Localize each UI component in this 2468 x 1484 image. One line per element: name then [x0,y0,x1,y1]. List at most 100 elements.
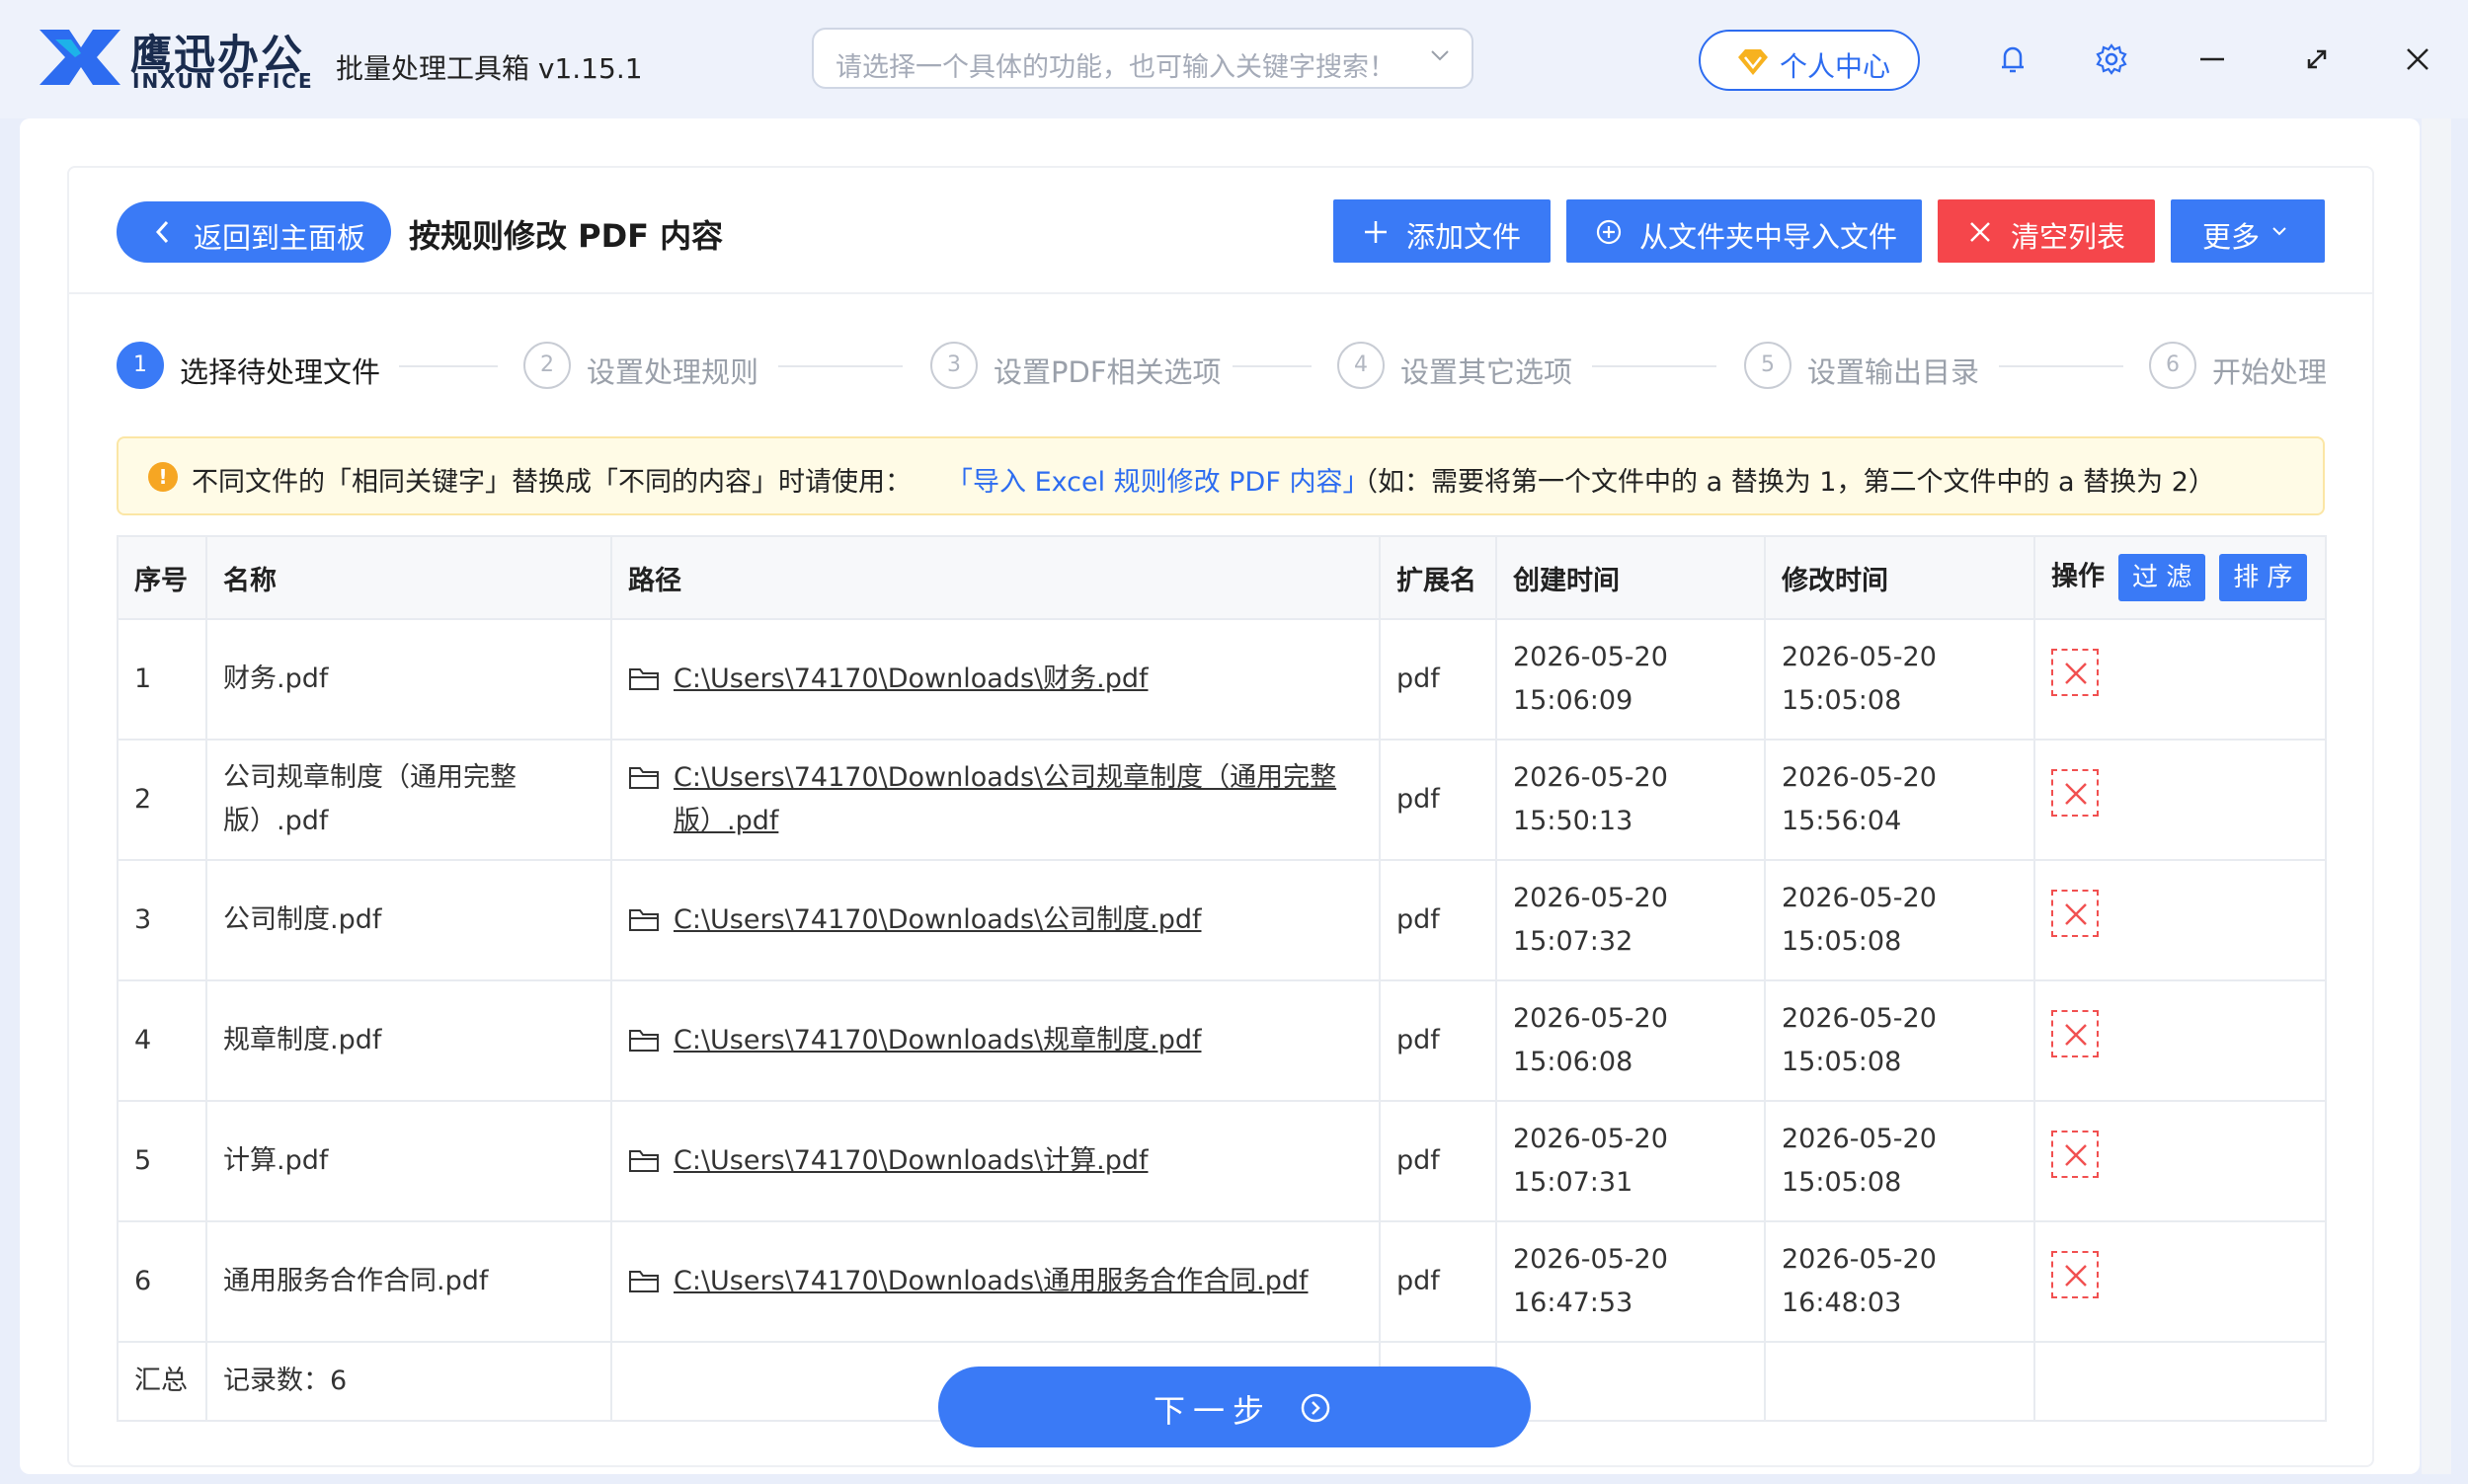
cell-name: 财务.pdf [205,618,612,741]
import-folder-button[interactable]: 从文件夹中导入文件 [1566,199,1922,263]
cell-path: C:\Users\74170\Downloads\财务.pdf [610,618,1381,741]
chevron-left-icon [155,220,169,244]
cell-index: 1 [117,618,207,741]
step-label: 开始处理 [2212,355,2328,389]
close-icon [2065,783,2087,805]
file-path-link[interactable]: C:\Users\74170\Downloads\通用服务合作合同.pdf [674,1260,1308,1303]
file-path-link[interactable]: C:\Users\74170\Downloads\财务.pdf [674,658,1148,701]
brand-name-en: INXUN OFFICE [132,69,314,93]
delete-row-button[interactable] [2051,890,2099,937]
next-step-button[interactable]: 下一步 [938,1367,1531,1447]
table-row[interactable]: 3 公司制度.pdf C:\Users\74170\Downloads\公司制度.p… [117,859,2327,981]
table-row[interactable]: 2 公司规章制度（通用完整版）.pdf C:\Users\74170\Downloa… [117,739,2327,861]
cell-path: C:\Users\74170\Downloads\通用服务合作合同.pdf [610,1220,1381,1343]
summary-empty [1495,1341,1766,1422]
clear-list-button[interactable]: 清空列表 [1938,199,2155,263]
cell-ext: pdf [1379,618,1497,741]
path-wrapper: C:\Users\74170\Downloads\规章制度.pdf [628,1019,1363,1062]
toolbar-divider [69,292,2372,294]
folder-icon[interactable] [628,1027,660,1053]
step-connector [1999,365,2123,367]
user-center-label: 个人中心 [1780,50,1891,83]
folder-icon[interactable] [628,906,660,932]
clear-list-label: 清空列表 [2011,220,2126,254]
gear-icon[interactable] [2092,39,2131,79]
cell-modified: 2026-05-20 15:05:08 [1764,1100,2035,1222]
more-button[interactable]: 更多 [2171,199,2325,263]
path-wrapper: C:\Users\74170\Downloads\计算.pdf [628,1139,1363,1183]
step-number: 1 [117,342,164,389]
folder-icon[interactable] [628,764,660,790]
cell-created: 2026-05-20 15:07:31 [1495,1100,1766,1222]
file-path-link[interactable]: C:\Users\74170\Downloads\公司制度.pdf [674,898,1201,942]
cell-ext: pdf [1379,979,1497,1102]
minimize-icon[interactable] [2192,39,2232,79]
cell-created: 2026-05-20 15:50:13 [1495,739,1766,861]
table-row[interactable]: 5 计算.pdf C:\Users\74170\Downloads\计算.pdf pd… [117,1100,2327,1222]
cell-ops [2033,1100,2327,1222]
cell-name: 公司规章制度（通用完整版）.pdf [205,739,612,861]
next-step-label: 下一步 [1154,1392,1273,1430]
close-icon [2065,1144,2087,1166]
maximize-icon[interactable] [2297,39,2337,79]
chevron-down-icon [1431,50,1449,61]
file-path-link[interactable]: C:\Users\74170\Downloads\计算.pdf [674,1139,1148,1183]
cell-path: C:\Users\74170\Downloads\公司制度.pdf [610,859,1381,981]
col-modified: 修改时间 [1764,535,2035,620]
file-path-link[interactable]: C:\Users\74170\Downloads\公司规章制度（通用完整版）.p… [674,756,1363,843]
path-wrapper: C:\Users\74170\Downloads\公司规章制度（通用完整版）.p… [628,756,1363,843]
col-created: 创建时间 [1495,535,1766,620]
delete-row-button[interactable] [2051,1131,2099,1178]
cell-index: 2 [117,739,207,861]
cell-modified: 2026-05-20 15:56:04 [1764,739,2035,861]
excel-rules-link[interactable]: 「导入 Excel 规则修改 PDF 内容」 [946,460,1369,499]
delete-row-button[interactable] [2051,1251,2099,1298]
folder-icon[interactable] [628,1147,660,1173]
cell-created: 2026-05-20 16:47:53 [1495,1220,1766,1343]
delete-row-button[interactable] [2051,1010,2099,1057]
filter-button[interactable]: 过 滤 [2118,554,2206,601]
app-title: 批量处理工具箱 v1.15.1 [336,52,643,85]
file-path-link[interactable]: C:\Users\74170\Downloads\规章制度.pdf [674,1019,1201,1062]
user-center-button[interactable]: 个人中心 [1699,30,1920,91]
import-folder-label: 从文件夹中导入文件 [1639,220,1898,254]
scrollbar[interactable] [2422,118,2451,1474]
step-number: 2 [523,342,571,389]
cell-modified: 2026-05-20 15:05:08 [1764,859,2035,981]
sort-button[interactable]: 排 序 [2219,554,2307,601]
add-file-button[interactable]: 添加文件 [1333,199,1551,263]
cell-ops [2033,979,2327,1102]
cell-path: C:\Users\74170\Downloads\规章制度.pdf [610,979,1381,1102]
table-row[interactable]: 6 通用服务合作合同.pdf C:\Users\74170\Downloads\通用… [117,1220,2327,1343]
cell-ops [2033,859,2327,981]
step-label: 设置输出目录 [1807,355,1980,389]
summary-empty [2033,1341,2327,1422]
cell-name: 计算.pdf [205,1100,612,1222]
warning-icon: ! [148,462,178,492]
arrow-right-circle-icon [1301,1393,1330,1423]
cell-created: 2026-05-20 15:07:32 [1495,859,1766,981]
cell-index: 3 [117,859,207,981]
table-row[interactable]: 1 财务.pdf C:\Users\74170\Downloads\财务.pdf pd… [117,618,2327,741]
cell-name: 公司制度.pdf [205,859,612,981]
bell-icon[interactable] [1993,39,2032,79]
logo-icon [40,30,120,85]
cell-created: 2026-05-20 15:06:09 [1495,618,1766,741]
close-icon [2065,903,2087,925]
delete-row-button[interactable] [2051,769,2099,817]
step-connector [399,365,498,367]
col-ops: 操作过 滤排 序 [2033,535,2327,620]
table-row[interactable]: 4 规章制度.pdf C:\Users\74170\Downloads\规章制度.p… [117,979,2327,1102]
notice-banner: ! 不同文件的「相同关键字」替换成「不同的内容」时请使用： 「导入 Excel … [117,436,2325,515]
back-to-home-button[interactable]: 返回到主面板 [117,201,391,263]
search-placeholder: 请选择一个具体的功能，也可输入关键字搜索！ [836,52,1395,83]
cell-path: C:\Users\74170\Downloads\计算.pdf [610,1100,1381,1222]
summary-empty [1764,1341,2035,1422]
search-input[interactable]: 请选择一个具体的功能，也可输入关键字搜索！ [812,28,1473,89]
delete-row-button[interactable] [2051,649,2099,696]
step-connector [778,365,903,367]
close-icon[interactable] [2398,39,2437,79]
step-label: 设置其它选项 [1400,355,1573,389]
folder-icon[interactable] [628,665,660,691]
folder-icon[interactable] [628,1268,660,1293]
